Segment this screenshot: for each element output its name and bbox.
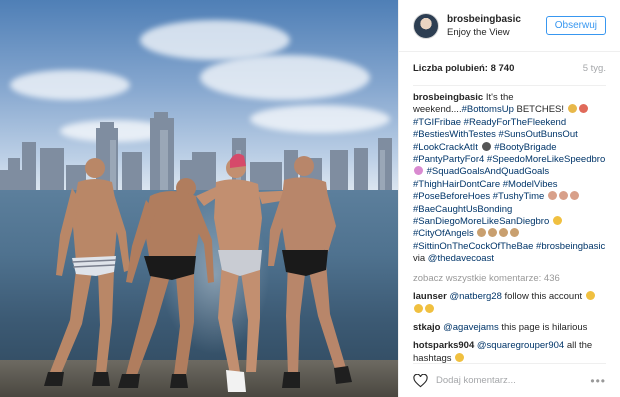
more-options-icon[interactable]: ••• [590,374,606,388]
person-emoji-icon [547,191,557,201]
angel-emoji-icon [488,228,498,238]
caption-text: BETCHES! [513,104,567,116]
laughing-emoji-icon [414,303,423,313]
caption: brosbeingbasic It's the weekend....#Bott… [413,92,606,266]
follow-button[interactable]: Obserwuj [545,16,606,35]
likes-count[interactable]: Liczba polubień: 8 740 [413,63,514,74]
person-emoji-icon [569,191,579,201]
time-ago[interactable]: 5 tyg. [583,63,606,74]
comment: launser @natberg28 follow this account [413,291,606,316]
hashtags[interactable]: #CityOfAngels [413,228,474,239]
laughing-emoji-icon [585,291,595,301]
angel-emoji-icon [510,228,520,238]
hashtag[interactable]: #BottomsUp [462,104,514,115]
comment-bar: ••• [413,363,606,397]
four-men-figures [44,153,352,392]
instagram-post: brosbeingbasic Enjoy the View Obserwuj L… [0,0,620,397]
post-sidebar: brosbeingbasic Enjoy the View Obserwuj L… [398,0,620,397]
avatar[interactable] [413,12,439,39]
post-photo[interactable] [0,0,398,397]
caption-via: via [413,253,428,265]
mention[interactable]: @thedavecoast [428,253,494,264]
view-all-comments[interactable]: zobacz wszystkie komentarze: 436 [413,273,606,285]
caption-username[interactable]: brosbeingbasic [413,92,483,103]
comment-mention[interactable]: @natberg28 [449,291,501,302]
peach-emoji-icon [578,104,588,114]
hashtags[interactable]: #SquadGoalsAndQuadGoals #ThighHairDontCa… [413,166,558,202]
angel-emoji-icon [499,228,509,238]
cheers-emoji-icon [567,104,577,114]
comment-text: follow this account [501,291,583,303]
hashtags[interactable]: #SittinOnTheCockOfTheBae #brosbeingbasic [413,241,605,252]
username[interactable]: brosbeingbasic [447,13,546,26]
post-header: brosbeingbasic Enjoy the View Obserwuj [399,0,620,52]
hashtags[interactable]: #BaeCaughtUsBonding #SanDiegoMoreLikeSan… [413,204,549,227]
comment: hotsparks904 @squaregrouper904 all the h… [413,340,606,363]
comment-username[interactable]: launser [413,291,447,302]
person-emoji-icon [558,191,568,201]
smirk-emoji-icon [552,216,562,226]
tongue-emoji-icon [414,166,423,176]
angel-emoji-icon [477,228,487,238]
comment-mention[interactable]: @squaregrouper904 [477,340,564,351]
comments-section: brosbeingbasic It's the weekend....#Bott… [399,86,620,363]
comment-mention[interactable]: @agavejams [443,322,499,333]
comment: stkajo @agavejams this page is hilarious [413,322,606,334]
eyes-emoji-icon [481,141,491,151]
heart-outline-icon[interactable] [413,373,428,388]
comment-username[interactable]: stkajo [413,322,440,333]
post-stats: Liczba polubień: 8 740 5 tyg. [413,52,606,86]
add-comment-input[interactable] [436,375,591,386]
location[interactable]: Enjoy the View [447,26,546,39]
header-text: brosbeingbasic Enjoy the View [447,13,546,39]
comment-text: this page is hilarious [498,321,588,333]
laughing-emoji-icon [455,352,465,362]
laughing-emoji-icon [425,303,434,313]
comment-username[interactable]: hotsparks904 [413,340,474,351]
pink-cap [230,153,246,168]
